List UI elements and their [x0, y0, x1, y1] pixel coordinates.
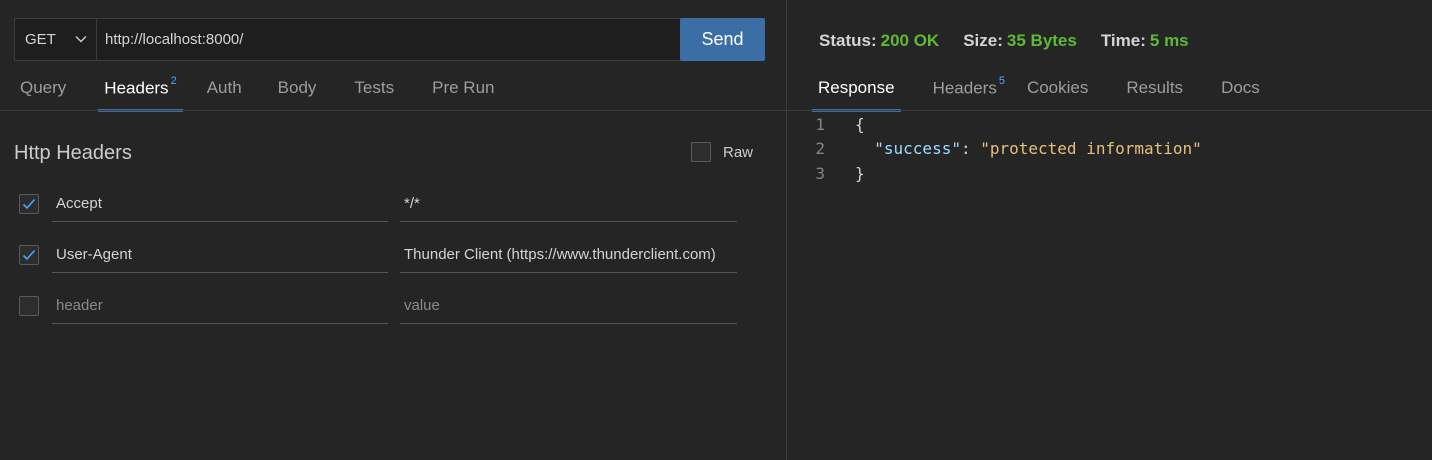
response-body: 1 { 2 "success": "protected information"…	[787, 112, 1202, 186]
tab-label: Response	[818, 78, 895, 97]
tab-label: Results	[1126, 78, 1184, 97]
tab-count-badge: 2	[170, 75, 177, 87]
response-tabs: Response Headers 5 Cookies Results Docs	[812, 75, 1260, 112]
tab-label: Query	[20, 78, 67, 97]
tab-query[interactable]: Query	[20, 78, 66, 110]
tab-label: Docs	[1221, 78, 1260, 97]
json-separator: :	[960, 139, 981, 159]
method-label: GET	[25, 31, 56, 48]
size-value: 35 Bytes	[1006, 31, 1077, 50]
response-tab-docs[interactable]: Docs	[1221, 78, 1260, 110]
tab-auth[interactable]: Auth	[207, 78, 242, 110]
tab-label: Cookies	[1026, 78, 1089, 97]
new-header-value-input[interactable]	[400, 288, 737, 324]
section-title: Http Headers	[14, 142, 132, 164]
code-text: {	[855, 114, 865, 134]
request-tabs: Query Headers 2 Auth Body Tests Pre Run	[20, 75, 494, 112]
url-bar: GET Send	[14, 18, 765, 61]
time-label: Time:	[1100, 31, 1146, 50]
response-tab-cookies[interactable]: Cookies	[1027, 78, 1088, 110]
new-header-key-input[interactable]	[52, 288, 388, 324]
tab-headers[interactable]: Headers 2	[98, 75, 184, 112]
response-status-bar: Status: 200 OK Size: 35 Bytes Time: 5 ms	[819, 31, 1213, 51]
raw-toggle[interactable]: Raw	[691, 142, 753, 162]
send-button[interactable]: Send	[680, 18, 765, 61]
tab-count-badge: 5	[998, 75, 1005, 87]
header-checkbox-accept[interactable]	[19, 194, 39, 214]
tab-label: Pre Run	[432, 78, 495, 97]
status-label: Status:	[819, 31, 877, 50]
tab-label: Headers	[104, 78, 169, 98]
json-string-value: "protected information"	[980, 139, 1202, 159]
tab-body[interactable]: Body	[278, 78, 317, 110]
url-input[interactable]	[97, 19, 680, 60]
response-tabs-divider	[787, 110, 1432, 111]
tab-label: Tests	[354, 78, 395, 97]
line-number: 1	[815, 114, 825, 134]
response-panel: Status: 200 OK Size: 35 Bytes Time: 5 ms…	[787, 0, 1432, 460]
raw-label: Raw	[723, 143, 754, 161]
status-value: 200 OK	[880, 31, 940, 50]
raw-checkbox[interactable]	[691, 142, 711, 162]
response-tab-response[interactable]: Response	[812, 78, 901, 112]
method-select[interactable]: GET	[15, 19, 97, 60]
header-value-input[interactable]	[400, 186, 737, 222]
header-checkbox-user-agent[interactable]	[19, 245, 39, 265]
code-line: 2 "success": "protected information"	[787, 137, 1202, 162]
code-line: 3 }	[787, 161, 1202, 186]
line-number: 3	[815, 163, 825, 183]
chevron-down-icon	[74, 32, 88, 50]
request-panel: GET Send Query Headers2 Auth Body Tests Pre R…	[0, 0, 786, 460]
time-value: 5 ms	[1149, 31, 1189, 50]
header-value-input[interactable]	[400, 237, 737, 273]
header-key-input[interactable]	[52, 237, 388, 273]
header-row-new	[19, 288, 739, 324]
json-key: "success"	[874, 139, 961, 159]
tab-label: Auth	[206, 78, 242, 97]
tab-tests[interactable]: Tests	[354, 78, 394, 110]
checkmark-icon	[22, 249, 36, 261]
checkmark-icon	[22, 198, 36, 210]
code-line: 1 {	[787, 112, 1202, 137]
size-label: Size:	[963, 31, 1003, 50]
header-row-accept	[19, 186, 739, 222]
header-row-user-agent	[19, 237, 739, 273]
response-tab-results[interactable]: Results	[1126, 78, 1183, 110]
header-checkbox-new[interactable]	[19, 296, 39, 316]
line-number: 2	[815, 139, 825, 159]
tab-label: Body	[277, 78, 317, 97]
code-text: "success": "protected information"	[825, 139, 1202, 158]
tab-label: Headers	[932, 78, 997, 98]
header-key-input[interactable]	[52, 186, 388, 222]
request-tabs-divider	[0, 110, 786, 111]
tab-pre-run[interactable]: Pre Run	[432, 78, 494, 110]
code-text: }	[855, 163, 865, 183]
response-tab-headers[interactable]: Headers 5	[932, 75, 1005, 110]
